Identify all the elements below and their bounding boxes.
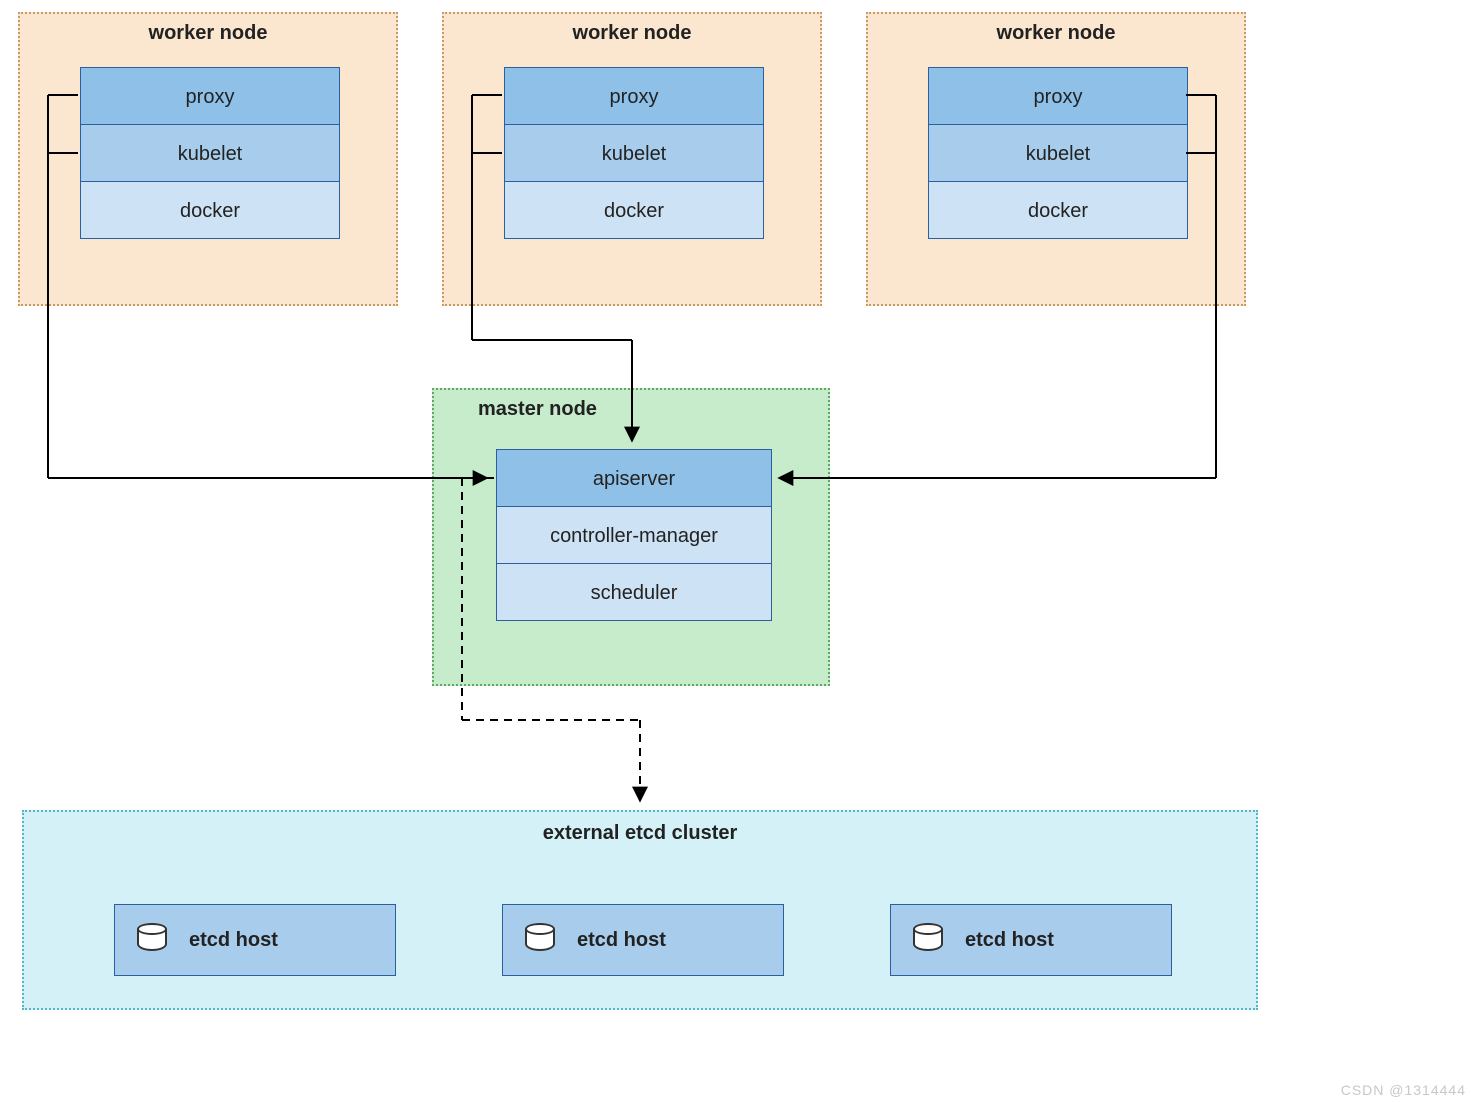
- master-node-title: master node: [434, 398, 828, 421]
- worker-1-kubelet: kubelet: [80, 124, 340, 182]
- master-node: master node apiserver controller-manager…: [432, 388, 830, 686]
- etcd-cluster-title: external etcd cluster: [24, 822, 1256, 845]
- worker-node-2-title: worker node: [444, 22, 820, 45]
- worker-1-docker: docker: [80, 181, 340, 239]
- worker-node-1-stack: proxy kubelet docker: [80, 68, 340, 239]
- etcd-host-3-label: etcd host: [965, 929, 1054, 952]
- worker-3-kubelet: kubelet: [928, 124, 1188, 182]
- worker-node-1: worker node proxy kubelet docker: [18, 12, 398, 306]
- worker-node-1-title: worker node: [20, 22, 396, 45]
- etcd-host-1-label: etcd host: [189, 929, 278, 952]
- worker-node-3-title: worker node: [868, 22, 1244, 45]
- worker-node-2: worker node proxy kubelet docker: [442, 12, 822, 306]
- etcd-cluster: external etcd cluster etcd host etcd hos…: [22, 810, 1258, 1010]
- worker-2-proxy: proxy: [504, 67, 764, 125]
- worker-1-proxy: proxy: [80, 67, 340, 125]
- architecture-diagram: worker node proxy kubelet docker worker …: [0, 0, 1476, 1102]
- etcd-host-2-label: etcd host: [577, 929, 666, 952]
- worker-3-proxy: proxy: [928, 67, 1188, 125]
- etcd-host-1: etcd host: [114, 904, 396, 976]
- master-node-stack: apiserver controller-manager scheduler: [496, 450, 772, 621]
- worker-2-docker: docker: [504, 181, 764, 239]
- etcd-host-3: etcd host: [890, 904, 1172, 976]
- master-apiserver: apiserver: [496, 449, 772, 507]
- database-icon: [913, 923, 943, 957]
- worker-3-docker: docker: [928, 181, 1188, 239]
- worker-node-3-stack: proxy kubelet docker: [928, 68, 1188, 239]
- etcd-host-2: etcd host: [502, 904, 784, 976]
- master-controller-manager: controller-manager: [496, 506, 772, 564]
- database-icon: [137, 923, 167, 957]
- worker-2-kubelet: kubelet: [504, 124, 764, 182]
- worker-node-2-stack: proxy kubelet docker: [504, 68, 764, 239]
- watermark: CSDN @1314444: [1341, 1082, 1466, 1098]
- master-scheduler: scheduler: [496, 563, 772, 621]
- worker-node-3: worker node proxy kubelet docker: [866, 12, 1246, 306]
- database-icon: [525, 923, 555, 957]
